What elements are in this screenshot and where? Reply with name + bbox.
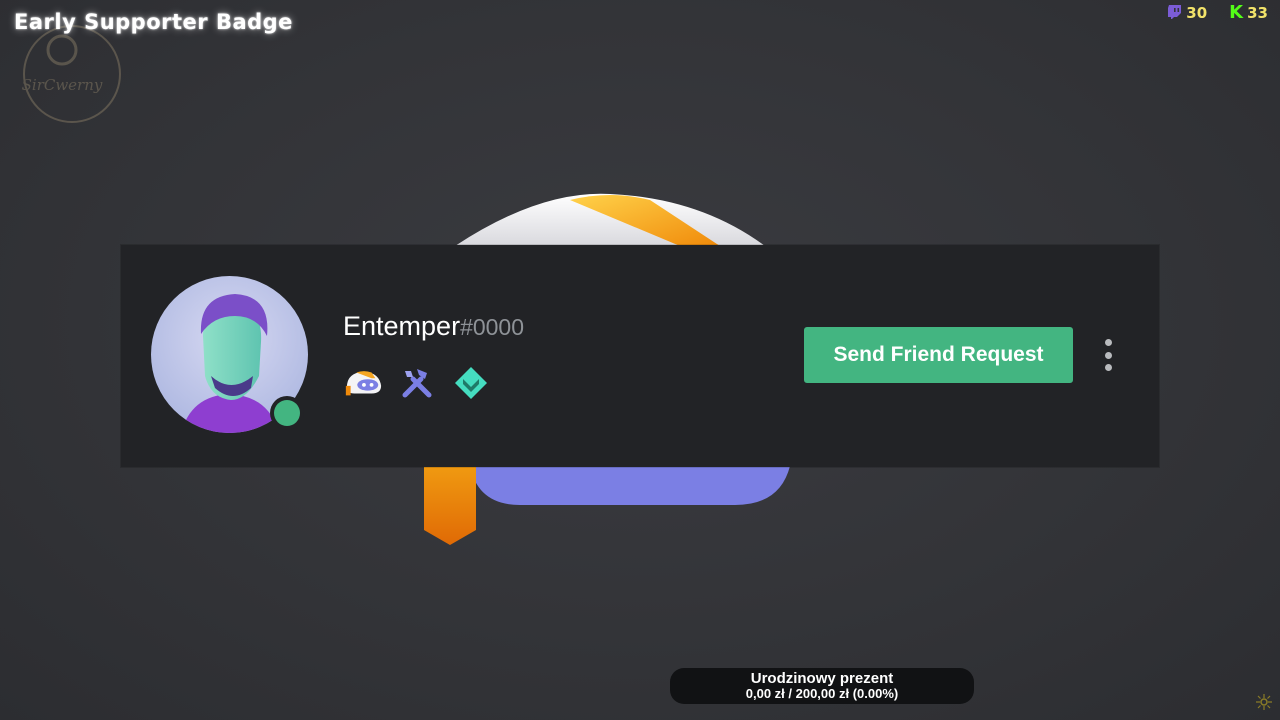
- send-friend-request-button[interactable]: Send Friend Request: [804, 327, 1073, 383]
- svg-text:SirCwerny: SirCwerny: [22, 76, 103, 94]
- username: Entemper: [343, 311, 461, 341]
- user-tag: Entemper #0000: [343, 311, 524, 342]
- early-supporter-badge-icon[interactable]: [343, 365, 383, 401]
- online-status-dot: [274, 400, 300, 426]
- donation-goal-title: Urodzinowy prezent: [750, 670, 894, 687]
- channel-watermark-logo: SirCwerny: [22, 25, 121, 123]
- twitch-viewer-stat: 30: [1168, 2, 1207, 23]
- more-options-icon[interactable]: [1096, 339, 1120, 371]
- hypesquad-events-badge-icon[interactable]: [397, 365, 437, 401]
- stream-stats: 30 K 33: [1168, 2, 1268, 23]
- discriminator: #0000: [460, 314, 525, 340]
- sparkle-icon: [1256, 694, 1272, 710]
- twitch-icon: [1168, 5, 1182, 19]
- kick-viewer-stat: K 33: [1229, 2, 1268, 23]
- user-profile-card: Entemper #0000 Send Friend Request: [121, 245, 1159, 467]
- profile-badges: [343, 365, 491, 401]
- overlay-title: Early Supporter Badge: [14, 10, 293, 34]
- donation-goal-progress: 0,00 zł / 200,00 zł (0.00%): [745, 686, 899, 701]
- online-status-indicator: [270, 396, 304, 430]
- kick-viewer-count: 33: [1247, 3, 1268, 22]
- hypesquad-balance-badge-icon[interactable]: [451, 365, 491, 401]
- twitch-viewer-count: 30: [1186, 3, 1208, 22]
- donation-goal-bar: Urodzinowy prezent 0,00 zł / 200,00 zł (…: [670, 668, 974, 704]
- kick-icon: K: [1229, 2, 1244, 23]
